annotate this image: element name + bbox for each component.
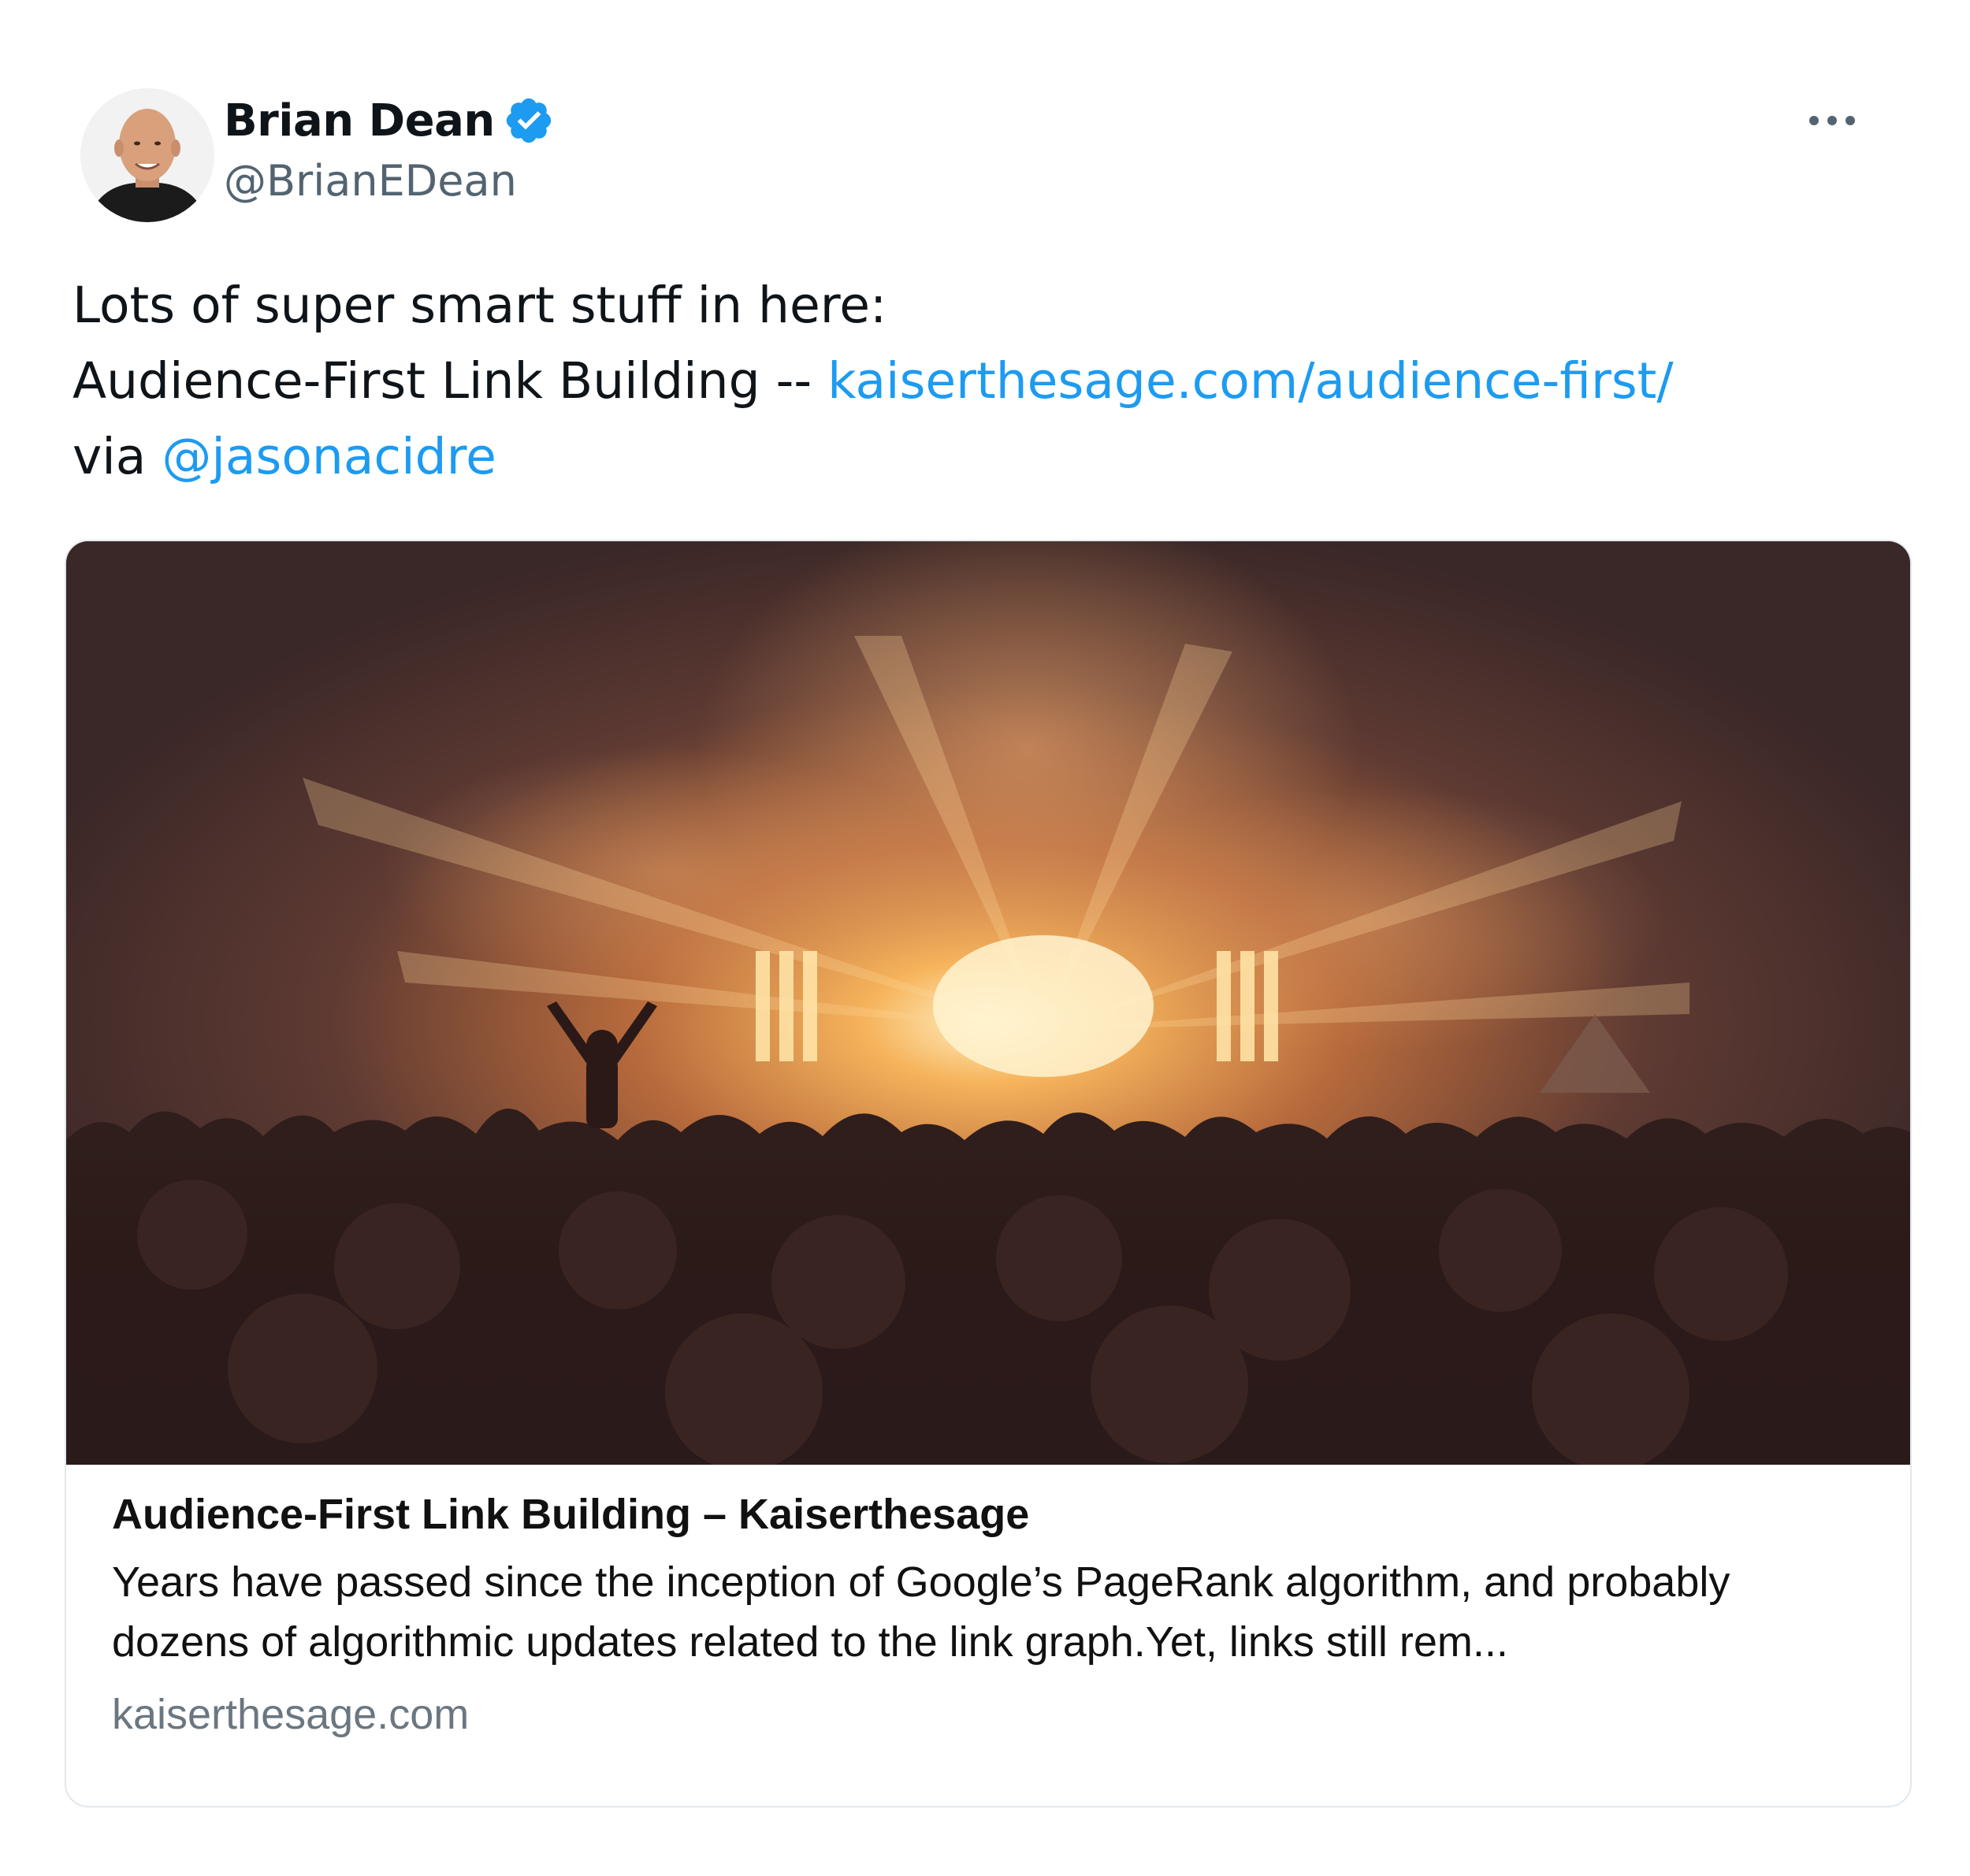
card-body: Audience-First Link Building – Kaiserthe…	[112, 1483, 1877, 1746]
tweet-text-line: Lots of super smart stuff in here:	[72, 277, 887, 334]
card-description: Years have passed since the inception of…	[112, 1558, 1730, 1666]
tweet-text: Lots of super smart stuff in here: Audie…	[72, 268, 1885, 495]
author-name-row: Brian Dean	[224, 93, 555, 148]
verified-badge-icon	[506, 98, 551, 143]
mention-link[interactable]: @jasonacidre	[162, 428, 496, 485]
tweet-text-segment: via	[72, 428, 162, 485]
tweet-text-line: via @jasonacidre	[72, 419, 1885, 495]
more-options-button[interactable]	[1805, 102, 1860, 139]
profile-photo	[80, 88, 214, 222]
card-image[interactable]	[66, 541, 1910, 1465]
tweet-url-link[interactable]: kaiserthesage.com/audience-first/	[827, 352, 1674, 410]
concert-crowd-photo	[66, 541, 1910, 1465]
tweet: Brian Dean @BrianEDean Lots of super sma…	[0, 0, 1970, 1876]
more-options-icon	[1809, 116, 1855, 125]
link-preview-card[interactable]: Audience-First Link Building – Kaiserthe…	[65, 540, 1912, 1807]
tweet-text-line: Audience-First Link Building -- kaiserth…	[72, 344, 1885, 419]
card-title[interactable]: Audience-First Link Building – Kaiserthe…	[112, 1483, 1877, 1546]
avatar[interactable]	[80, 88, 214, 222]
author-handle[interactable]: @BrianEDean	[224, 156, 517, 206]
card-domain[interactable]: kaiserthesage.com	[112, 1683, 1877, 1746]
tweet-text-segment: Audience-First Link Building --	[72, 352, 828, 410]
author-name[interactable]: Brian Dean	[224, 95, 495, 147]
